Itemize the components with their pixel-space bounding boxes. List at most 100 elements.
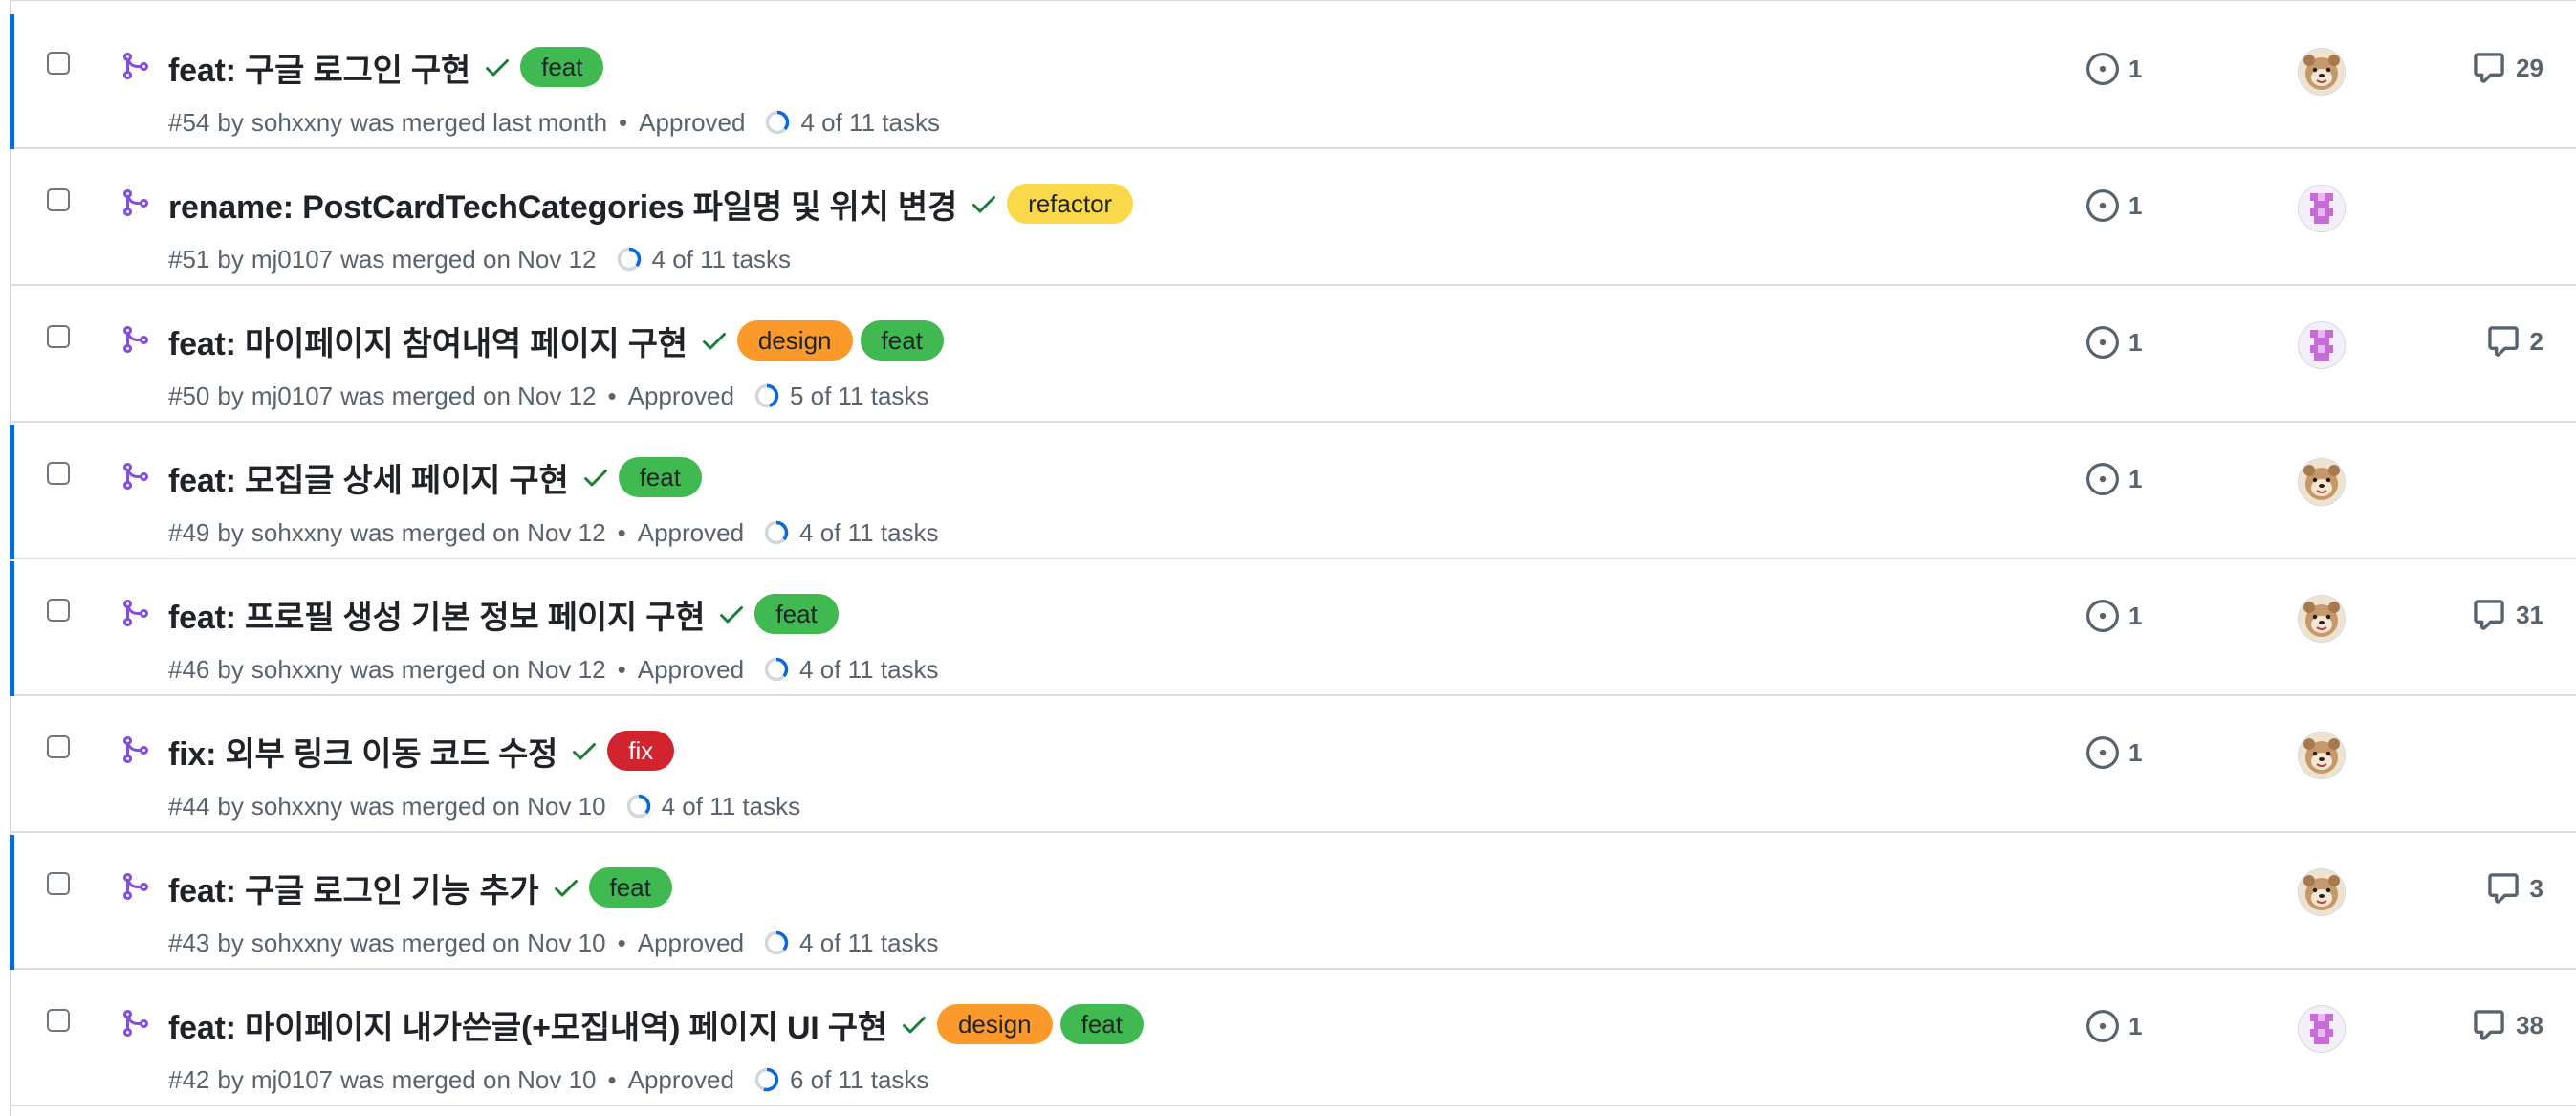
label-fix[interactable]: fix (607, 731, 675, 771)
label-design[interactable]: design (736, 320, 853, 361)
merged-pr-icon (120, 324, 150, 355)
pull-request-row[interactable]: feat: 구글 로그인 구현 feat #54 by sohxxny was … (10, 14, 2576, 149)
comments-link[interactable]: 3 (2486, 871, 2543, 906)
by-text: by (217, 107, 244, 137)
pr-title-link[interactable]: feat: 프로필 생성 기본 정보 페이지 구현 (168, 591, 706, 638)
linked-issue-count: 1 (2128, 737, 2143, 767)
author-link[interactable]: sohxxny (251, 108, 342, 138)
author-link[interactable]: sohxxny (251, 655, 342, 685)
pr-title-link[interactable]: rename: PostCardTechCategories 파일명 및 위치 … (168, 181, 957, 228)
label-refactor[interactable]: refactor (1007, 184, 1134, 224)
check-success-icon[interactable] (551, 872, 581, 903)
linked-issues[interactable]: 1 (2086, 189, 2142, 222)
pr-title-link[interactable]: fix: 외부 링크 이동 코드 수정 (168, 728, 557, 775)
assignee-avatar[interactable] (2299, 459, 2345, 505)
pr-title-link[interactable]: feat: 마이페이지 참여내역 페이지 구현 (168, 317, 688, 364)
merged-pr-icon (120, 51, 150, 81)
assignee-avatar[interactable] (2299, 1006, 2345, 1052)
assignee-avatar[interactable] (2299, 322, 2345, 368)
linked-issue-count: 1 (2128, 464, 2143, 493)
check-success-icon[interactable] (580, 462, 611, 492)
assignee-avatar[interactable] (2299, 186, 2345, 231)
progress-ring-icon (616, 246, 652, 273)
label-feat[interactable]: feat (1059, 1004, 1144, 1044)
author-link[interactable]: mj0107 (251, 1065, 333, 1095)
assignee-avatar[interactable] (2299, 869, 2345, 915)
author-link[interactable]: sohxxny (251, 518, 342, 548)
review-status[interactable]: Approved (628, 382, 734, 411)
check-success-icon[interactable] (899, 1009, 929, 1039)
task-count: 4 of 11 tasks (661, 791, 801, 821)
linked-issues[interactable]: 1 (2086, 736, 2142, 769)
select-checkbox[interactable] (47, 188, 70, 211)
review-status[interactable]: Approved (628, 1065, 734, 1095)
pull-request-row[interactable]: feat: 프로필 생성 기본 정보 페이지 구현 feat #46 by so… (10, 561, 2576, 696)
merged-pr-icon (120, 598, 150, 628)
linked-issues[interactable]: 1 (2086, 53, 2142, 85)
linked-issue-count: 1 (2128, 601, 2143, 630)
review-status[interactable]: Approved (638, 655, 744, 685)
select-checkbox[interactable] (47, 52, 70, 75)
review-status[interactable]: Approved (638, 929, 744, 958)
linked-issues[interactable]: 1 (2086, 1010, 2142, 1042)
linked-issues[interactable]: 1 (2086, 600, 2142, 632)
pr-number: #54 (168, 107, 210, 137)
label-feat[interactable]: feat (618, 457, 702, 497)
check-success-icon[interactable] (699, 325, 730, 356)
pr-title-link[interactable]: feat: 모집글 상세 페이지 구현 (168, 454, 569, 501)
pr-meta: #50 by mj0107 was merged on Nov 12 • Appr… (168, 379, 928, 413)
issue-opened-icon (2086, 326, 2128, 359)
title-line: feat: 프로필 생성 기본 정보 페이지 구현 feat (168, 590, 839, 638)
assignee-avatar[interactable] (2299, 596, 2345, 642)
author-link[interactable]: mj0107 (251, 382, 333, 411)
author-link[interactable]: sohxxny (251, 792, 342, 821)
author-link[interactable]: mj0107 (251, 245, 333, 274)
label-feat[interactable]: feat (588, 867, 672, 908)
merged-status: was merged on Nov 12 (340, 244, 597, 274)
assignee-avatar[interactable] (2299, 733, 2345, 778)
pr-number: #43 (168, 928, 210, 957)
label-feat[interactable]: feat (520, 47, 604, 87)
pull-request-row[interactable]: feat: 마이페이지 참여내역 페이지 구현 design feat #50 b… (11, 288, 2576, 423)
pull-request-row[interactable]: feat: 모집글 상세 페이지 구현 feat #49 by sohxxny … (10, 425, 2576, 559)
select-checkbox[interactable] (47, 325, 70, 348)
comment-icon (2486, 871, 2530, 906)
pull-request-row[interactable]: feat: 마이페이지 내가쓴글(+모집내역) 페이지 UI 구현 design… (11, 972, 2576, 1106)
separator-dot: • (619, 107, 628, 137)
author-link[interactable]: sohxxny (251, 929, 342, 958)
check-success-icon[interactable] (569, 735, 600, 766)
task-count: 4 of 11 tasks (651, 244, 792, 274)
select-checkbox[interactable] (47, 1009, 70, 1032)
pr-title-link[interactable]: feat: 구글 로그인 기능 추가 (168, 864, 539, 911)
merged-pr-icon (120, 187, 150, 218)
assignee-avatar[interactable] (2299, 49, 2345, 95)
pull-request-row[interactable]: rename: PostCardTechCategories 파일명 및 위치 … (11, 151, 2576, 286)
linked-issues[interactable]: 1 (2086, 463, 2142, 495)
label-feat[interactable]: feat (754, 594, 839, 634)
pr-title-link[interactable]: feat: 마이페이지 내가쓴글(+모집내역) 페이지 UI 구현 (168, 1001, 887, 1048)
select-checkbox[interactable] (47, 735, 70, 758)
label-feat[interactable]: feat (860, 320, 944, 361)
comments-link[interactable]: 38 (2472, 1008, 2543, 1042)
title-line: feat: 구글 로그인 기능 추가 feat (168, 864, 672, 911)
check-success-icon[interactable] (716, 599, 747, 629)
pr-title-link[interactable]: feat: 구글 로그인 구현 (168, 44, 470, 91)
comments-link[interactable]: 2 (2486, 324, 2543, 359)
check-success-icon[interactable] (969, 188, 999, 219)
pull-request-row[interactable]: feat: 구글 로그인 기능 추가 feat #43 by sohxxny w… (10, 835, 2576, 970)
select-checkbox[interactable] (47, 599, 70, 622)
title-line: feat: 모집글 상세 페이지 구현 feat (168, 453, 702, 501)
comments-link[interactable]: 31 (2472, 598, 2543, 632)
select-checkbox[interactable] (47, 462, 70, 485)
label-design[interactable]: design (936, 1004, 1053, 1044)
review-status[interactable]: Approved (638, 518, 744, 548)
check-success-icon[interactable] (482, 52, 513, 82)
issue-opened-icon (2086, 463, 2128, 495)
merged-pr-icon (120, 871, 150, 902)
comments-link[interactable]: 29 (2472, 51, 2543, 85)
pull-request-row[interactable]: fix: 외부 링크 이동 코드 수정 fix #44 by sohxxny w… (11, 698, 2576, 833)
linked-issues[interactable]: 1 (2086, 326, 2142, 359)
review-status[interactable]: Approved (639, 108, 745, 138)
select-checkbox[interactable] (47, 872, 70, 895)
task-count: 5 of 11 tasks (789, 381, 929, 410)
